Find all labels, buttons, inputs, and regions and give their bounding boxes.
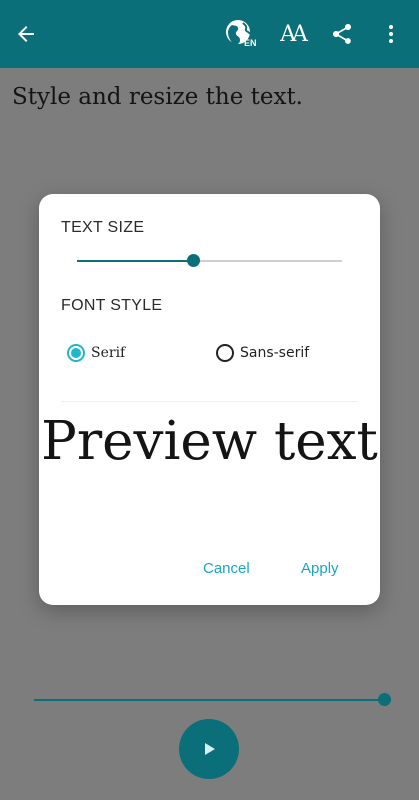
sans-serif-option[interactable]: Sans-serif bbox=[216, 344, 309, 362]
language-code: EN bbox=[244, 38, 257, 48]
text-size-label: TEXT SIZE bbox=[61, 219, 145, 236]
font-style-label: FONT STYLE bbox=[61, 297, 163, 314]
content-text: Style and resize the text. bbox=[12, 84, 303, 110]
app-bar: EN AA bbox=[0, 0, 419, 68]
language-globe-icon[interactable]: EN bbox=[220, 14, 260, 54]
divider bbox=[61, 401, 358, 402]
font-size-icon-text: AA bbox=[280, 21, 308, 47]
play-button[interactable] bbox=[179, 719, 239, 779]
serif-option-label: Serif bbox=[91, 345, 126, 361]
sans-serif-radio[interactable] bbox=[216, 344, 234, 362]
text-size-slider-thumb[interactable] bbox=[187, 254, 201, 267]
text-size-slider-inactive[interactable] bbox=[193, 260, 342, 262]
cancel-button[interactable]: Cancel bbox=[199, 558, 254, 579]
playback-progress-thumb[interactable] bbox=[378, 693, 391, 706]
apply-button[interactable]: Apply bbox=[297, 558, 343, 579]
back-arrow-icon[interactable] bbox=[6, 14, 46, 54]
font-size-icon[interactable]: AA bbox=[270, 14, 314, 54]
sans-serif-option-label: Sans-serif bbox=[240, 345, 310, 361]
preview-text: Preview text bbox=[41, 411, 378, 472]
text-size-slider-active[interactable] bbox=[77, 260, 194, 262]
playback-progress-track[interactable] bbox=[34, 699, 384, 701]
serif-radio[interactable] bbox=[67, 344, 85, 362]
share-icon[interactable] bbox=[322, 14, 362, 54]
text-style-dialog: TEXT SIZE FONT STYLE Serif Sans-serif Pr… bbox=[39, 194, 380, 605]
serif-option[interactable]: Serif bbox=[67, 344, 125, 362]
more-vert-icon[interactable] bbox=[371, 14, 411, 54]
play-icon bbox=[205, 743, 215, 755]
